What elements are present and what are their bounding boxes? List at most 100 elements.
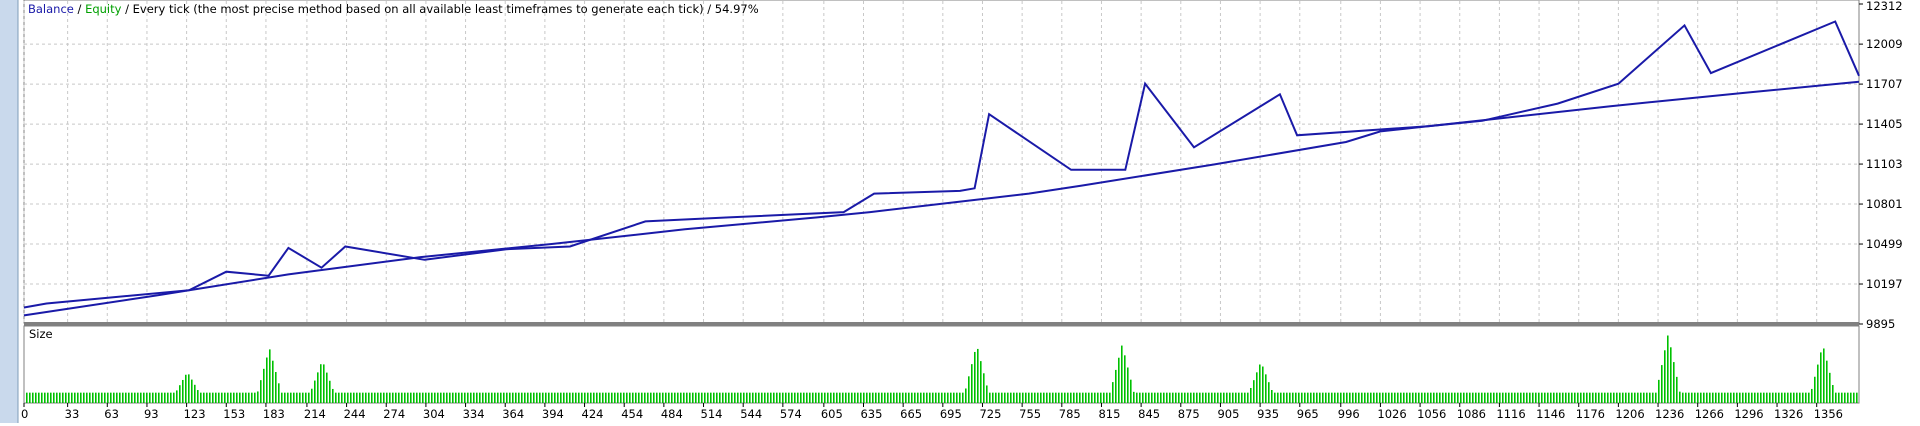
volume-bar [1556, 392, 1558, 403]
volume-bar [1166, 392, 1168, 403]
volume-bar [527, 392, 529, 403]
volume-bar [1397, 392, 1399, 403]
x-tick-label: 1206 [1615, 407, 1644, 421]
volume-bar [1187, 392, 1189, 403]
volume-bar [248, 392, 250, 403]
volume-bar [701, 392, 703, 403]
x-tick-label: 725 [979, 407, 1001, 421]
volume-bar [1640, 392, 1642, 403]
volume-bar [1163, 392, 1165, 403]
volume-bar [1769, 392, 1771, 403]
volume-bar [1673, 362, 1675, 403]
volume-bar [1202, 392, 1204, 403]
volume-bar [128, 392, 130, 403]
volume-bar [1004, 392, 1006, 403]
volume-bar [170, 392, 172, 403]
volume-bar [1193, 392, 1195, 403]
volume-bar [1136, 392, 1138, 403]
volume-bar [347, 392, 349, 403]
volume-bar [599, 392, 601, 403]
volume-bar [1199, 392, 1201, 403]
x-tick-label: 33 [65, 407, 80, 421]
volume-bar [1184, 392, 1186, 403]
volume-bar [167, 392, 169, 403]
volume-bar [1046, 392, 1048, 403]
volume-bar [677, 392, 679, 403]
volume-bar [1001, 392, 1003, 403]
volume-bar [1340, 392, 1342, 403]
volume-bar [77, 392, 79, 403]
volume-bar [1517, 392, 1519, 403]
volume-bar [368, 392, 370, 403]
volume-bar [1610, 392, 1612, 403]
volume-bar [830, 392, 832, 403]
volume-bar [161, 392, 163, 403]
volume-bar [1694, 392, 1696, 403]
volume-bar [1214, 392, 1216, 403]
volume-bar [1208, 392, 1210, 403]
volume-bar [755, 392, 757, 403]
volume-bar [1124, 355, 1126, 403]
left-scroll-strip[interactable] [0, 0, 18, 423]
volume-bar [941, 392, 943, 403]
volume-bar [1670, 347, 1672, 403]
volume-bar [293, 392, 295, 403]
volume-bar [821, 392, 823, 403]
volume-bar [836, 392, 838, 403]
volume-bar [644, 392, 646, 403]
volume-bar [194, 384, 196, 403]
volume-bar [149, 392, 151, 403]
volume-bar [407, 392, 409, 403]
volume-bar [1712, 392, 1714, 403]
volume-bar [1463, 392, 1465, 403]
volume-bar [1844, 392, 1846, 403]
volume-bar [1487, 392, 1489, 403]
volume-bar [521, 392, 523, 403]
x-tick-label: 544 [740, 407, 762, 421]
volume-bar [44, 392, 46, 403]
volume-bar [1778, 392, 1780, 403]
volume-bar [1433, 392, 1435, 403]
volume-bar [992, 392, 994, 403]
volume-bar [311, 388, 313, 403]
volume-bar [713, 392, 715, 403]
volume-bar [1514, 392, 1516, 403]
volume-bar [1793, 392, 1795, 403]
volume-bar [593, 392, 595, 403]
volume-bar [560, 392, 562, 403]
volume-bar [905, 392, 907, 403]
volume-bar [284, 392, 286, 403]
volume-bar [1316, 392, 1318, 403]
volume-bar [983, 373, 985, 403]
volume-bar [1013, 392, 1015, 403]
x-tick-label: 1086 [1457, 407, 1486, 421]
volume-bar [665, 392, 667, 403]
volume-bar [1619, 392, 1621, 403]
x-tick-label: 635 [860, 407, 882, 421]
x-tick-label: 183 [263, 407, 285, 421]
volume-bar [704, 392, 706, 403]
volume-bar [698, 392, 700, 403]
volume-bar [1547, 392, 1549, 403]
volume-bar [1190, 392, 1192, 403]
volume-bar [1226, 392, 1228, 403]
volume-bar [878, 392, 880, 403]
volume-bar [770, 392, 772, 403]
volume-bar [416, 392, 418, 403]
volume-bar [1364, 392, 1366, 403]
volume-bar [809, 392, 811, 403]
volume-bar [662, 392, 664, 403]
volume-bar [1082, 392, 1084, 403]
panel-divider [24, 322, 1859, 326]
y-axis-labels: 12312 12009 11707 11405 11103 10801 10499 10197… [1859, 0, 1903, 331]
volume-bar [950, 392, 952, 403]
volume-bar [1244, 392, 1246, 403]
volume-bar [686, 392, 688, 403]
volume-bar [692, 392, 694, 403]
volume-bar [863, 392, 865, 403]
volume-bar [188, 374, 190, 403]
volume-bar [1409, 392, 1411, 403]
volume-bar [1037, 392, 1039, 403]
volume-bar [1745, 392, 1747, 403]
volume-bar [1181, 392, 1183, 403]
